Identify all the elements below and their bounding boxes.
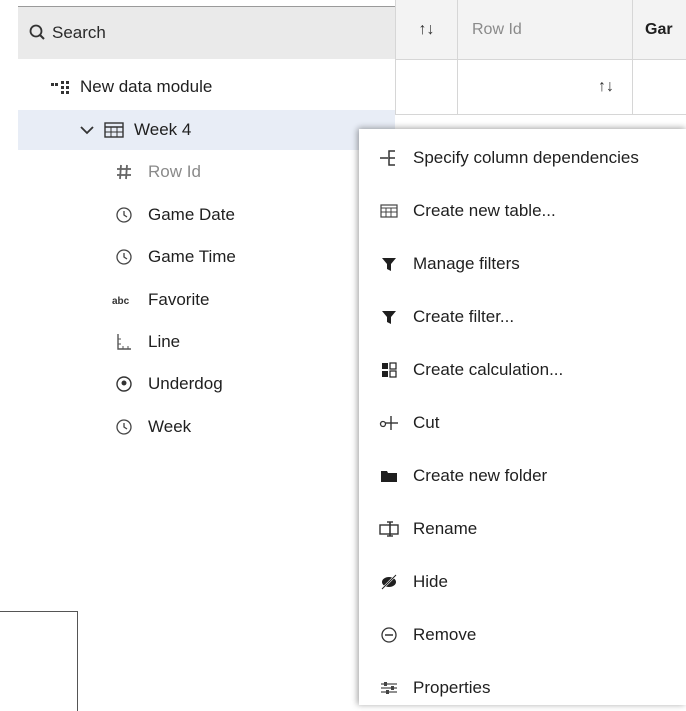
sort-header-cell[interactable]: ↑↓ bbox=[395, 0, 458, 60]
grid-cell bbox=[395, 60, 458, 115]
field-label: Line bbox=[148, 332, 181, 351]
field-label: Favorite bbox=[148, 290, 210, 309]
menu-item-create-new-table[interactable]: Create new table... bbox=[359, 191, 686, 231]
tree-item-field-game-time[interactable]: Game Time bbox=[112, 237, 236, 277]
remove-icon bbox=[379, 626, 399, 644]
menu-item-label: Create new table... bbox=[413, 201, 556, 220]
data-module-icon bbox=[50, 80, 72, 94]
field-label: Row Id bbox=[148, 162, 201, 181]
ruler-icon bbox=[112, 333, 136, 351]
data-grid: ↑↓ Row Id Gar ↑↓ bbox=[395, 0, 686, 120]
tree-item-data-module[interactable]: New data module bbox=[50, 66, 212, 108]
menu-item-label: Specify column dependencies bbox=[413, 148, 639, 167]
menu-item-specify-column-dependencies[interactable]: Specify column dependencies bbox=[359, 138, 686, 178]
target-icon bbox=[112, 375, 136, 393]
column-header-label: Row Id bbox=[472, 20, 522, 38]
column-header-game[interactable]: Gar bbox=[633, 0, 686, 60]
clock-icon bbox=[112, 248, 136, 266]
tree-item-field-underdog[interactable]: Underdog bbox=[112, 364, 223, 404]
field-label: Game Time bbox=[148, 247, 236, 266]
menu-item-create-filter[interactable]: Create filter... bbox=[359, 297, 686, 337]
tree-item-field-game-date[interactable]: Game Date bbox=[112, 195, 235, 235]
table-icon bbox=[104, 122, 124, 138]
tree-item-label: Week 4 bbox=[134, 120, 192, 139]
menu-item-create-calculation[interactable]: Create calculation... bbox=[359, 350, 686, 390]
grid-cell bbox=[633, 60, 686, 115]
menu-item-label: Create calculation... bbox=[413, 360, 564, 379]
tree-item-field-favorite[interactable]: abc Favorite bbox=[112, 280, 209, 320]
tree-item-field-row-id[interactable]: Row Id bbox=[112, 152, 201, 192]
field-label: Game Date bbox=[148, 205, 235, 224]
tree-item-field-week[interactable]: Week bbox=[112, 407, 191, 447]
filter-icon bbox=[379, 309, 399, 325]
search-input[interactable]: Search bbox=[18, 6, 395, 59]
field-label: Week bbox=[148, 417, 192, 436]
menu-item-label: Create new folder bbox=[413, 466, 548, 485]
svg-text:abc: abc bbox=[112, 296, 130, 306]
clock-icon bbox=[112, 418, 136, 436]
menu-item-label: Hide bbox=[413, 572, 448, 591]
search-placeholder: Search bbox=[52, 23, 106, 42]
menu-item-cut[interactable]: Cut bbox=[359, 403, 686, 443]
menu-item-remove[interactable]: Remove bbox=[359, 615, 686, 655]
scissors-icon bbox=[379, 415, 399, 431]
filter-icon bbox=[379, 256, 399, 272]
rename-icon bbox=[379, 521, 399, 537]
sort-icon: ↑↓ bbox=[418, 20, 435, 38]
hide-icon bbox=[379, 574, 399, 590]
folder-icon bbox=[379, 469, 399, 483]
menu-item-label: Cut bbox=[413, 413, 440, 432]
tree-item-label: New data module bbox=[80, 77, 213, 96]
sort-icon: ↑↓ bbox=[598, 78, 614, 95]
tree-item-field-line[interactable]: Line bbox=[112, 322, 180, 362]
grid-cell-sort[interactable]: ↑↓ bbox=[458, 60, 633, 115]
tree-item-week-4[interactable]: Week 4 bbox=[18, 110, 395, 150]
search-icon bbox=[28, 23, 50, 43]
menu-item-properties[interactable]: Properties bbox=[359, 668, 686, 708]
menu-item-label: Create filter... bbox=[413, 307, 515, 326]
clock-icon bbox=[112, 206, 136, 224]
abc-icon: abc bbox=[112, 294, 136, 306]
chevron-down-icon[interactable] bbox=[80, 125, 94, 135]
hash-icon bbox=[112, 163, 136, 181]
menu-item-label: Manage filters bbox=[413, 254, 520, 273]
field-label: Underdog bbox=[148, 374, 223, 393]
column-header-row-id[interactable]: Row Id bbox=[458, 0, 633, 60]
calculator-icon bbox=[379, 362, 399, 378]
menu-item-label: Properties bbox=[413, 678, 491, 697]
menu-item-label: Remove bbox=[413, 625, 477, 644]
menu-item-manage-filters[interactable]: Manage filters bbox=[359, 244, 686, 284]
menu-item-create-new-folder[interactable]: Create new folder bbox=[359, 456, 686, 496]
menu-item-label: Rename bbox=[413, 519, 478, 538]
properties-icon bbox=[379, 681, 399, 695]
context-menu: Specify column dependencies Create new t… bbox=[359, 129, 686, 705]
menu-item-rename[interactable]: Rename bbox=[359, 509, 686, 549]
menu-item-hide[interactable]: Hide bbox=[359, 562, 686, 602]
dependency-icon bbox=[379, 149, 399, 167]
data-tree-panel: Search New data module Week 4 Row Id Gam… bbox=[0, 0, 395, 705]
table-icon bbox=[379, 204, 399, 218]
column-header-label: Gar bbox=[645, 20, 673, 38]
panel-outline bbox=[0, 611, 78, 711]
